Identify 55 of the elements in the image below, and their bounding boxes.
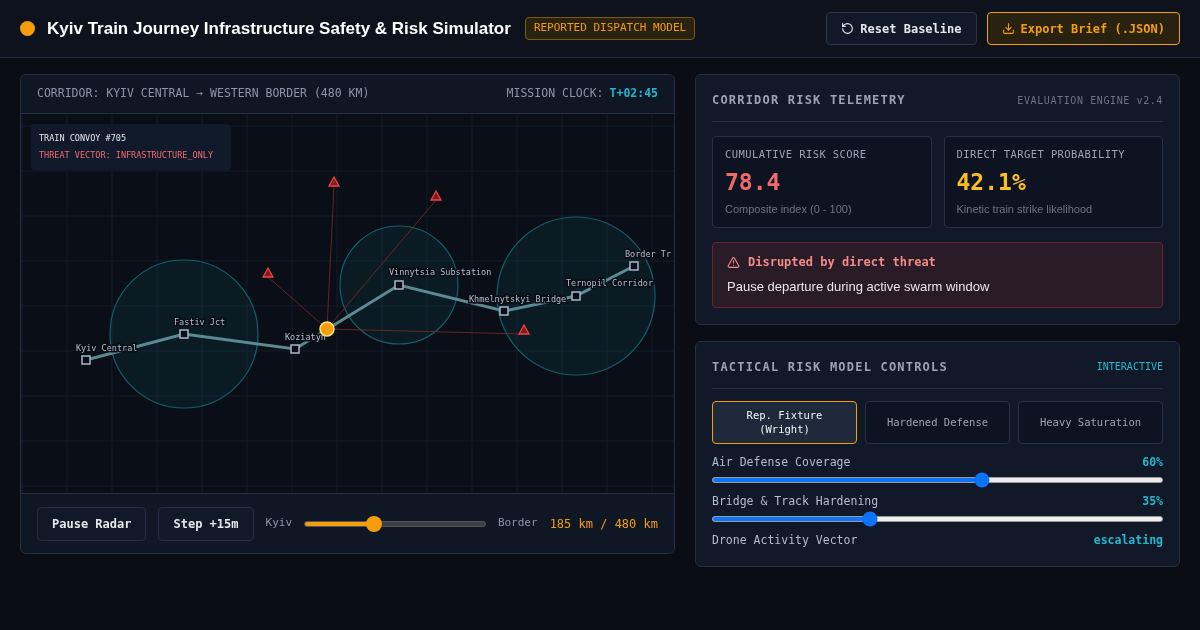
reset-button[interactable]: Reset Baseline [826, 12, 977, 45]
vector-label: Drone Activity Vector [712, 532, 858, 550]
station-label: Border Tr [625, 248, 672, 259]
interactive-tag: INTERACTIVE [1096, 359, 1163, 375]
clock-label: MISSION CLOCK: [506, 85, 604, 103]
model-badge: REPORTED DISPATCH MODEL [524, 17, 696, 40]
map-control-button[interactable]: Step +15m [158, 506, 254, 541]
threat-icon [429, 189, 443, 201]
preset-button[interactable]: Rep. Fixture (Wright) [712, 400, 857, 444]
threat-icon [261, 266, 275, 278]
slider-thumb[interactable] [862, 511, 878, 527]
slider-thumb[interactable] [366, 515, 383, 532]
metric-note: Composite index (0 - 100) [725, 201, 853, 217]
app-title: Kyiv Train Journey Infrastructure Safety & Risk Simulator [47, 17, 511, 40]
vector-value: escalating [1093, 532, 1163, 550]
metric-value: 42.1% [956, 167, 1027, 197]
slider-label: Air Defense Coverage [712, 453, 851, 471]
station-marker [394, 280, 404, 290]
preset-button[interactable]: Hardened Defense [865, 400, 1010, 444]
reset-icon [841, 22, 855, 35]
alert-message: Pause departure during active swarm window [727, 278, 991, 297]
station-marker [290, 344, 300, 354]
threat-vector-label: THREAT VECTOR: INFRASTRUCTURE_ONLY [39, 148, 214, 162]
slider-label: Bridge & Track Hardening [712, 493, 879, 510]
slider-reading: 35% [1142, 493, 1163, 510]
station-label: Fastiv Jct [174, 316, 226, 327]
download-icon [1001, 22, 1015, 35]
metric-note: Kinetic train strike likelihood [956, 201, 1094, 217]
station-marker [179, 329, 189, 339]
threat-icon [327, 175, 341, 187]
station-label: Vinnytsia Substation [389, 266, 492, 277]
metric-value: 78.4 [725, 167, 782, 197]
station-marker [571, 291, 581, 301]
panel-title: CORRIDOR RISK TELEMETRY [712, 92, 906, 109]
start-label: Kyiv [265, 515, 292, 532]
slider-thumb[interactable] [974, 472, 990, 488]
panel-title: TACTICAL RISK MODEL CONTROLS [712, 358, 948, 376]
threat-icon [517, 323, 531, 335]
corridor-label: CORRIDOR: KYIV CENTRAL → WESTERN BORDER (480 KM) [37, 85, 370, 103]
engine-label: EVALUATION ENGINE v2.4 [1017, 93, 1163, 108]
preset-button[interactable]: Heavy Saturation [1018, 400, 1163, 444]
map-control-button[interactable]: Pause Radar [37, 506, 147, 541]
export-button[interactable]: Export Brief (.JSON) [986, 12, 1180, 45]
station-marker [81, 355, 91, 365]
station-marker [629, 261, 639, 271]
convoy-label: TRAIN CONVOY #705 [39, 131, 127, 145]
metric-label: CUMULATIVE RISK SCORE [725, 147, 868, 162]
clock-value: T+02:45 [609, 85, 658, 103]
distance-reading: 185 km / 480 km [549, 515, 658, 533]
alert-title: Disrupted by direct threat [748, 254, 936, 272]
end-label: Border [497, 515, 538, 532]
slider-reading: 60% [1142, 453, 1163, 471]
metric-label: DIRECT TARGET PROBABILITY [956, 147, 1127, 162]
warning-icon [727, 255, 740, 269]
station-marker [499, 306, 509, 316]
